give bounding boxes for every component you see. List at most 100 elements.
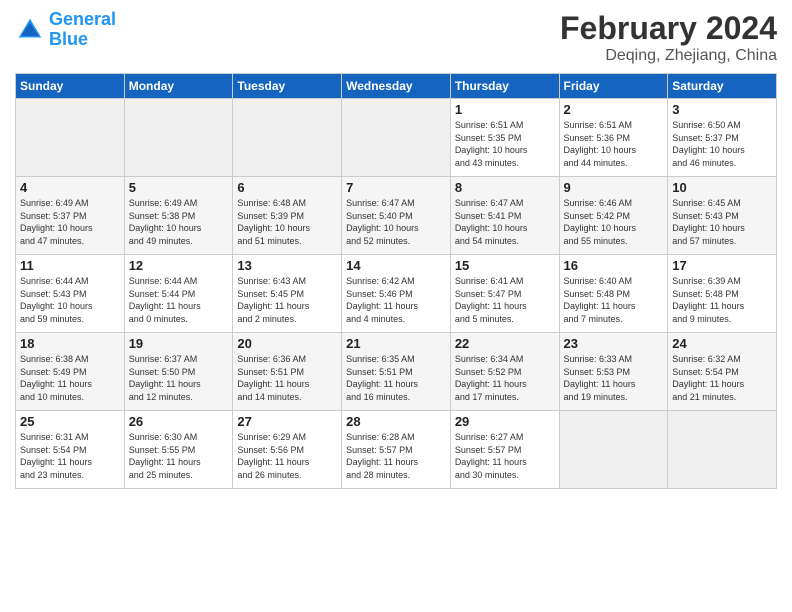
calendar-cell: 8 Sunrise: 6:47 AMSunset: 5:41 PMDaylight…	[450, 177, 559, 255]
calendar-cell: 19 Sunrise: 6:37 AMSunset: 5:50 PMDayligh…	[124, 333, 233, 411]
calendar-cell: 25 Sunrise: 6:31 AMSunset: 5:54 PMDayligh…	[16, 411, 125, 489]
calendar-cell: 12 Sunrise: 6:44 AMSunset: 5:44 PMDayligh…	[124, 255, 233, 333]
calendar-cell: 16 Sunrise: 6:40 AMSunset: 5:48 PMDayligh…	[559, 255, 668, 333]
col-saturday: Saturday	[668, 74, 777, 99]
week-row-3: 11 Sunrise: 6:44 AMSunset: 5:43 PMDayligh…	[16, 255, 777, 333]
day-info: Sunrise: 6:48 AMSunset: 5:39 PMDaylight:…	[237, 197, 337, 247]
day-number: 22	[455, 336, 555, 351]
day-info: Sunrise: 6:36 AMSunset: 5:51 PMDaylight:…	[237, 353, 337, 403]
day-info: Sunrise: 6:45 AMSunset: 5:43 PMDaylight:…	[672, 197, 772, 247]
calendar-cell: 6 Sunrise: 6:48 AMSunset: 5:39 PMDaylight…	[233, 177, 342, 255]
day-info: Sunrise: 6:40 AMSunset: 5:48 PMDaylight:…	[564, 275, 664, 325]
day-number: 11	[20, 258, 120, 273]
col-tuesday: Tuesday	[233, 74, 342, 99]
day-info: Sunrise: 6:44 AMSunset: 5:44 PMDaylight:…	[129, 275, 229, 325]
day-info: Sunrise: 6:43 AMSunset: 5:45 PMDaylight:…	[237, 275, 337, 325]
header: General Blue February 2024 Deqing, Zheji…	[15, 10, 777, 65]
day-info: Sunrise: 6:44 AMSunset: 5:43 PMDaylight:…	[20, 275, 120, 325]
day-info: Sunrise: 6:31 AMSunset: 5:54 PMDaylight:…	[20, 431, 120, 481]
calendar-cell	[342, 99, 451, 177]
day-info: Sunrise: 6:46 AMSunset: 5:42 PMDaylight:…	[564, 197, 664, 247]
day-number: 7	[346, 180, 446, 195]
day-info: Sunrise: 6:33 AMSunset: 5:53 PMDaylight:…	[564, 353, 664, 403]
day-info: Sunrise: 6:39 AMSunset: 5:48 PMDaylight:…	[672, 275, 772, 325]
calendar-cell: 20 Sunrise: 6:36 AMSunset: 5:51 PMDayligh…	[233, 333, 342, 411]
day-info: Sunrise: 6:49 AMSunset: 5:37 PMDaylight:…	[20, 197, 120, 247]
calendar-cell: 24Sunrise: 6:32 AMSunset: 5:54 PMDayligh…	[668, 333, 777, 411]
day-number: 19	[129, 336, 229, 351]
day-number: 2	[564, 102, 664, 117]
calendar-cell: 26Sunrise: 6:30 AMSunset: 5:55 PMDayligh…	[124, 411, 233, 489]
day-number: 28	[346, 414, 446, 429]
col-thursday: Thursday	[450, 74, 559, 99]
month-title: February 2024	[560, 10, 777, 47]
page-container: General Blue February 2024 Deqing, Zheji…	[0, 0, 792, 612]
week-row-4: 18 Sunrise: 6:38 AMSunset: 5:49 PMDayligh…	[16, 333, 777, 411]
day-number: 8	[455, 180, 555, 195]
day-number: 20	[237, 336, 337, 351]
col-wednesday: Wednesday	[342, 74, 451, 99]
calendar-cell: 17 Sunrise: 6:39 AMSunset: 5:48 PMDayligh…	[668, 255, 777, 333]
calendar-cell: 14 Sunrise: 6:42 AMSunset: 5:46 PMDayligh…	[342, 255, 451, 333]
day-info: Sunrise: 6:51 AMSunset: 5:36 PMDaylight:…	[564, 119, 664, 169]
day-number: 6	[237, 180, 337, 195]
calendar-cell: 10 Sunrise: 6:45 AMSunset: 5:43 PMDayligh…	[668, 177, 777, 255]
day-info: Sunrise: 6:28 AMSunset: 5:57 PMDaylight:…	[346, 431, 446, 481]
calendar-cell: 21Sunrise: 6:35 AMSunset: 5:51 PMDayligh…	[342, 333, 451, 411]
calendar-cell	[233, 99, 342, 177]
calendar-cell: 3Sunrise: 6:50 AMSunset: 5:37 PMDaylight…	[668, 99, 777, 177]
day-info: Sunrise: 6:35 AMSunset: 5:51 PMDaylight:…	[346, 353, 446, 403]
calendar: Sunday Monday Tuesday Wednesday Thursday…	[15, 73, 777, 489]
day-info: Sunrise: 6:34 AMSunset: 5:52 PMDaylight:…	[455, 353, 555, 403]
calendar-cell: 13 Sunrise: 6:43 AMSunset: 5:45 PMDayligh…	[233, 255, 342, 333]
day-number: 4	[20, 180, 120, 195]
day-number: 12	[129, 258, 229, 273]
logo-icon	[15, 15, 45, 45]
calendar-cell	[124, 99, 233, 177]
calendar-cell: 28 Sunrise: 6:28 AMSunset: 5:57 PMDayligh…	[342, 411, 451, 489]
calendar-cell: 1Sunrise: 6:51 AMSunset: 5:35 PMDaylight…	[450, 99, 559, 177]
day-number: 27	[237, 414, 337, 429]
day-number: 10	[672, 180, 772, 195]
calendar-cell: 22 Sunrise: 6:34 AMSunset: 5:52 PMDayligh…	[450, 333, 559, 411]
day-info: Sunrise: 6:37 AMSunset: 5:50 PMDaylight:…	[129, 353, 229, 403]
logo: General Blue	[15, 10, 116, 50]
logo-line2: Blue	[49, 29, 88, 49]
day-number: 9	[564, 180, 664, 195]
calendar-cell: 27 Sunrise: 6:29 AMSunset: 5:56 PMDayligh…	[233, 411, 342, 489]
day-info: Sunrise: 6:41 AMSunset: 5:47 PMDaylight:…	[455, 275, 555, 325]
calendar-cell: 5 Sunrise: 6:49 AMSunset: 5:38 PMDaylight…	[124, 177, 233, 255]
week-row-5: 25 Sunrise: 6:31 AMSunset: 5:54 PMDayligh…	[16, 411, 777, 489]
day-info: Sunrise: 6:29 AMSunset: 5:56 PMDaylight:…	[237, 431, 337, 481]
day-info: Sunrise: 6:27 AMSunset: 5:57 PMDaylight:…	[455, 431, 555, 481]
calendar-cell: 29Sunrise: 6:27 AMSunset: 5:57 PMDayligh…	[450, 411, 559, 489]
day-info: Sunrise: 6:47 AMSunset: 5:41 PMDaylight:…	[455, 197, 555, 247]
calendar-cell: 15 Sunrise: 6:41 AMSunset: 5:47 PMDayligh…	[450, 255, 559, 333]
day-info: Sunrise: 6:30 AMSunset: 5:55 PMDaylight:…	[129, 431, 229, 481]
col-monday: Monday	[124, 74, 233, 99]
day-number: 14	[346, 258, 446, 273]
calendar-cell: 23Sunrise: 6:33 AMSunset: 5:53 PMDayligh…	[559, 333, 668, 411]
logo-text: General Blue	[49, 10, 116, 50]
col-sunday: Sunday	[16, 74, 125, 99]
calendar-cell: 7 Sunrise: 6:47 AMSunset: 5:40 PMDaylight…	[342, 177, 451, 255]
calendar-cell	[16, 99, 125, 177]
day-info: Sunrise: 6:51 AMSunset: 5:35 PMDaylight:…	[455, 119, 555, 169]
day-number: 13	[237, 258, 337, 273]
day-info: Sunrise: 6:32 AMSunset: 5:54 PMDaylight:…	[672, 353, 772, 403]
day-info: Sunrise: 6:38 AMSunset: 5:49 PMDaylight:…	[20, 353, 120, 403]
day-info: Sunrise: 6:47 AMSunset: 5:40 PMDaylight:…	[346, 197, 446, 247]
title-area: February 2024 Deqing, Zhejiang, China	[560, 10, 777, 65]
day-number: 15	[455, 258, 555, 273]
col-friday: Friday	[559, 74, 668, 99]
day-number: 5	[129, 180, 229, 195]
week-row-2: 4 Sunrise: 6:49 AMSunset: 5:37 PMDaylight…	[16, 177, 777, 255]
calendar-header-row: Sunday Monday Tuesday Wednesday Thursday…	[16, 74, 777, 99]
day-number: 25	[20, 414, 120, 429]
day-number: 17	[672, 258, 772, 273]
day-number: 16	[564, 258, 664, 273]
day-info: Sunrise: 6:42 AMSunset: 5:46 PMDaylight:…	[346, 275, 446, 325]
calendar-cell: 11 Sunrise: 6:44 AMSunset: 5:43 PMDayligh…	[16, 255, 125, 333]
day-number: 18	[20, 336, 120, 351]
day-info: Sunrise: 6:49 AMSunset: 5:38 PMDaylight:…	[129, 197, 229, 247]
